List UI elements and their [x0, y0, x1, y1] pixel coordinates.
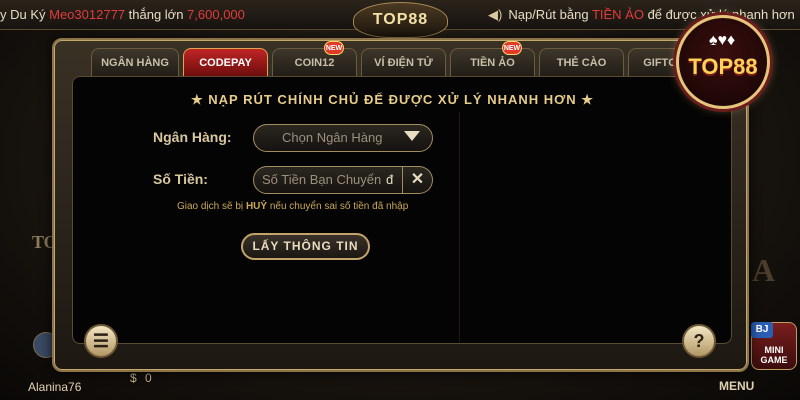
dialog-title-text: NẠP RÚT CHÍNH CHỦ ĐỂ ĐƯỢC XỬ LÝ NHANH HƠ… [208, 92, 577, 107]
notes-icon[interactable]: ☰ [84, 324, 118, 358]
new-badge: NEW [324, 41, 344, 55]
ticker-amount: 7,600,000 [187, 7, 245, 22]
hint-after: nếu chuyển sai số tiền đã nhập [267, 201, 409, 212]
tab-label: NGÂN HÀNG [101, 57, 169, 69]
help-icon[interactable]: ? [682, 324, 716, 358]
brand-logo-text: TOP88 [688, 54, 758, 79]
get-info-button[interactable]: LẤY THÔNG TIN [241, 233, 370, 260]
tab-tien-ao[interactable]: TIỀN ẢO NEW [450, 41, 535, 76]
win-ticker: y Du Ký Meo3012777 thắng lớn 7,600,000 [0, 7, 245, 22]
hint-bold: HUỶ [245, 201, 268, 212]
tab-ngan-hang[interactable]: NGÂN HÀNG [91, 48, 179, 76]
tab-codepay[interactable]: CODEPAY [183, 48, 268, 76]
new-badge: NEW [502, 41, 522, 55]
tab-label: THẺ CÀO [556, 57, 607, 69]
cancel-warning: Giao dịch sẽ bị HUỶ nếu chuyển sai số ti… [177, 201, 408, 212]
ticker-prefix: y Du Ký [0, 7, 50, 22]
ticker-user: Meo3012777 [49, 7, 126, 22]
star-icon: ★ [191, 92, 204, 107]
top-logo: TOP88 [353, 2, 448, 38]
tab-label: TIỀN ẢO [470, 57, 515, 69]
user-name: Alanina76 [28, 380, 82, 394]
notice-highlight: TIỀN ẢO [591, 7, 644, 22]
chevron-down-icon[interactable] [404, 131, 420, 141]
playing-cards-icon: ♠♥♦ [709, 32, 736, 49]
tab-coin12[interactable]: COIN12 NEW [272, 41, 357, 76]
game-screen: y Du Ký Meo3012777 thắng lớn 7,600,000 ◀… [0, 0, 800, 400]
tab-the-cao[interactable]: THẺ CÀO [539, 48, 624, 76]
ticker-middle: thắng lớn [125, 7, 188, 22]
clear-amount-button[interactable]: ✕ [403, 166, 433, 194]
panel-divider [459, 112, 460, 342]
amount-label: Số Tiền: [153, 171, 208, 187]
tab-label: COIN12 [294, 57, 335, 69]
balance-value: 0 [145, 371, 152, 385]
amount-placeholder: Số Tiền Bạn Chuyển [262, 172, 382, 187]
balance-icon: $ [130, 371, 137, 385]
bank-label: Ngân Hàng: [153, 129, 232, 145]
notice-marquee: ◀)Nạp/Rút bằng TIỀN ẢO để được xử lý nha… [488, 7, 795, 23]
bank-select-value: Chọn Ngân Hàng [282, 130, 383, 145]
tab-label: VÍ ĐIỆN TỬ [374, 57, 433, 69]
background-decoration: A [752, 252, 776, 288]
tab-vi-dien-tu[interactable]: VÍ ĐIỆN TỬ [361, 48, 446, 76]
tab-label: CODEPAY [199, 57, 252, 69]
amount-input[interactable]: Số Tiền Bạn Chuyển [253, 166, 403, 194]
dialog-title: ★ NẠP RÚT CHÍNH CHỦ ĐỂ ĐƯỢC XỬ LÝ NHANH … [191, 92, 594, 108]
star-icon: ★ [581, 92, 594, 107]
hint-before: Giao dịch sẽ bị [177, 201, 246, 212]
mini-game-badge: BJ [751, 322, 773, 338]
currency-symbol: đ [386, 172, 394, 187]
menu-button[interactable]: MENU [719, 379, 754, 393]
brand-logo: ♠♥♦ TOP88 [676, 15, 770, 109]
speaker-icon: ◀) [488, 7, 503, 22]
notice-text-before: Nạp/Rút bằng [508, 7, 592, 22]
mini-game-label: MINI GAME [760, 345, 788, 365]
